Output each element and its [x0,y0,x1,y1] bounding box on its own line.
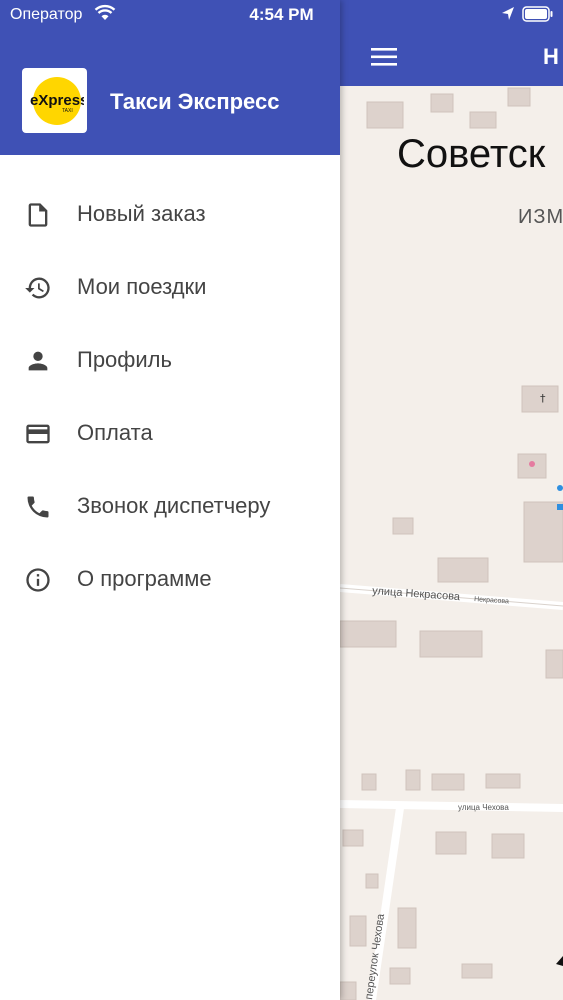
svg-text:eXpress: eXpress [30,92,84,109]
person-icon [24,347,52,375]
street-label-nekrasova: улица Некрасова [372,585,461,603]
credit-card-icon [24,420,52,448]
street-label-pereulok-chekhova: переулок Чехова [363,912,387,1000]
svg-text:†: † [540,392,546,405]
menu-item-label: Профиль [77,347,172,372]
battery-icon [522,6,554,27]
express-taxi-logo-icon: eXpress TAXI [30,76,84,125]
drawer-title: Такси Экспресс [110,89,280,114]
map-city-label: Советск [397,132,546,176]
document-icon [24,201,52,229]
menu-item-new-order[interactable]: Новый заказ [0,177,340,250]
status-bar: Оператор 4:54 PM [0,0,563,30]
map-district-label: ИЗМ [518,206,563,228]
app-logo: eXpress TAXI [22,68,87,133]
drawer-menu: Новый заказ Мои поездки Профиль Оплата З… [0,177,340,615]
menu-item-label: О программе [77,566,212,591]
svg-text:Некрасова: Некрасова [474,596,509,605]
app-bar-title: Н [543,44,559,69]
hamburger-menu-icon[interactable] [368,44,400,70]
menu-item-label: Звонок диспетчеру [77,493,271,518]
street-label-chekhova: улица Чехова [458,803,509,812]
menu-item-profile[interactable]: Профиль [0,323,340,396]
menu-item-label: Оплата [77,420,153,445]
phone-icon [24,493,52,521]
svg-text:TAXI: TAXI [62,108,73,114]
menu-item-payment[interactable]: Оплата [0,396,340,469]
history-icon [24,274,52,302]
menu-item-my-trips[interactable]: Мои поездки [0,250,340,323]
menu-item-label: Мои поездки [77,274,207,299]
menu-item-call-dispatcher[interactable]: Звонок диспетчеру [0,469,340,542]
menu-item-label: Новый заказ [77,201,206,226]
navigation-drawer: eXpress TAXI Такси Экспресс Новый заказ … [0,0,340,1000]
status-time: 4:54 PM [249,5,314,24]
location-arrow-icon [501,6,515,27]
menu-item-about[interactable]: О программе [0,542,340,615]
info-icon [24,566,52,594]
